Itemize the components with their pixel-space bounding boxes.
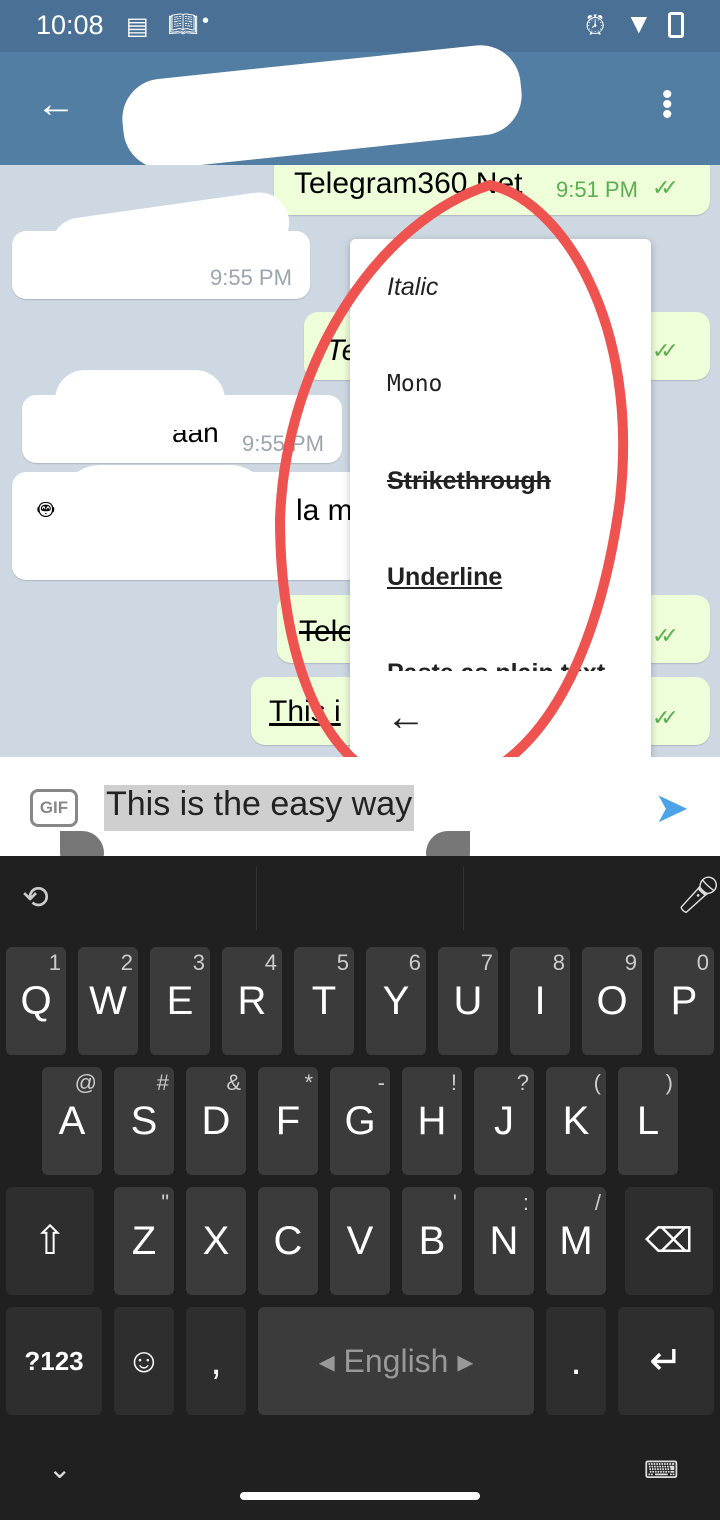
key-hint: 9 — [624, 950, 637, 975]
key-label: M — [559, 1219, 593, 1263]
key-label: E — [166, 979, 194, 1023]
key-label: T — [311, 979, 337, 1023]
keyboard: ⟲ 🎤︎ Q 1 W 2 E 3 R 4 T 5 Y 6 U 7 I 8 O 9 P 0 A @ S # D & F * G - H! J? K… — [0, 856, 720, 1520]
key-p[interactable]: P0 — [654, 947, 714, 1055]
key-f[interactable]: F * — [258, 1067, 318, 1175]
key-hint: ! — [450, 1070, 457, 1095]
enter-key[interactable]: ↵ — [618, 1307, 714, 1415]
key-hint: 2 — [120, 950, 133, 975]
key-label: R — [237, 979, 267, 1023]
red-ellipse — [274, 179, 629, 796]
key-label: V — [346, 1219, 374, 1263]
send-button[interactable]: ➤ — [654, 783, 689, 832]
key-hint: 7 — [480, 950, 493, 975]
key-hint: # — [156, 1070, 169, 1095]
key-hint: @ — [74, 1070, 97, 1095]
period-key[interactable]: . — [546, 1307, 606, 1415]
comma-key[interactable]: , — [186, 1307, 246, 1415]
key-l[interactable]: L) — [618, 1067, 678, 1175]
key-hint: 8 — [552, 950, 565, 975]
key-label: O — [596, 979, 628, 1023]
key-label: S — [130, 1099, 158, 1143]
key-d[interactable]: D & — [186, 1067, 246, 1175]
key-g[interactable]: G- — [330, 1067, 390, 1175]
key-label: C — [273, 1219, 303, 1263]
key-label: Q — [20, 979, 52, 1023]
key-a[interactable]: A @ — [42, 1067, 102, 1175]
key-label: Y — [382, 979, 410, 1023]
key-hint: 4 — [264, 950, 277, 975]
key-hint: : — [522, 1190, 529, 1215]
key-y[interactable]: Y6 — [366, 947, 426, 1055]
key-m[interactable]: M / — [546, 1187, 606, 1295]
key-hint: " — [161, 1190, 169, 1215]
key-n[interactable]: N: — [474, 1187, 534, 1295]
key-hint: * — [304, 1070, 313, 1095]
key-label: H — [417, 1099, 447, 1143]
key-label: J — [494, 1099, 514, 1143]
space-key[interactable]: ◂ English ▸ — [258, 1307, 534, 1415]
key-hint: ? — [516, 1070, 529, 1095]
key-label: Z — [131, 1219, 157, 1263]
key-b[interactable]: B ' — [402, 1187, 462, 1295]
emoji-key[interactable]: ☺ — [114, 1307, 174, 1415]
key-hint: - — [377, 1070, 385, 1095]
key-label: L — [636, 1099, 660, 1143]
key-label: G — [344, 1099, 376, 1143]
symbols-key[interactable]: ?123 — [6, 1307, 102, 1415]
key-hint: ) — [665, 1070, 673, 1095]
shift-key[interactable]: ⇧ — [6, 1187, 94, 1295]
key-hint: 3 — [192, 950, 205, 975]
key-label: U — [453, 979, 483, 1023]
key-label: K — [562, 1099, 590, 1143]
key-c[interactable]: C — [258, 1187, 318, 1295]
key-hint: / — [594, 1190, 601, 1215]
key-o[interactable]: O9 — [582, 947, 642, 1055]
key-label: F — [275, 1099, 301, 1143]
message-input[interactable]: This is the easy way — [104, 785, 415, 831]
key-label: P — [670, 979, 698, 1023]
space-label: English — [343, 1343, 449, 1379]
translate-icon[interactable]: ⟲ — [22, 878, 49, 916]
key-hint: 5 — [336, 950, 349, 975]
key-label: N — [489, 1219, 519, 1263]
key-t[interactable]: T5 — [294, 947, 354, 1055]
key-u[interactable]: U7 — [438, 947, 498, 1055]
key-hint: 0 — [696, 950, 709, 975]
key-hint: 1 — [48, 950, 61, 975]
home-indicator[interactable] — [240, 1492, 480, 1500]
key-hint: ' — [452, 1190, 457, 1215]
hide-keyboard-icon[interactable]: ⌄ — [48, 1452, 71, 1485]
key-hint: ( — [593, 1070, 601, 1095]
key-v[interactable]: V — [330, 1187, 390, 1295]
key-label: I — [534, 979, 546, 1023]
key-q[interactable]: Q1 — [6, 947, 66, 1055]
key-hint: 6 — [408, 950, 421, 975]
composer: GIF This is the easy way ➤ — [0, 757, 720, 875]
key-x[interactable]: X — [186, 1187, 246, 1295]
gif-button[interactable]: GIF — [30, 789, 78, 827]
key-label: B — [418, 1219, 446, 1263]
key-hint: & — [226, 1070, 241, 1095]
key-label: X — [202, 1219, 230, 1263]
keyboard-switch-icon[interactable]: ⌨ — [644, 1456, 679, 1485]
backspace-key[interactable]: ⌫ — [625, 1187, 713, 1295]
key-z[interactable]: Z " — [114, 1187, 174, 1295]
